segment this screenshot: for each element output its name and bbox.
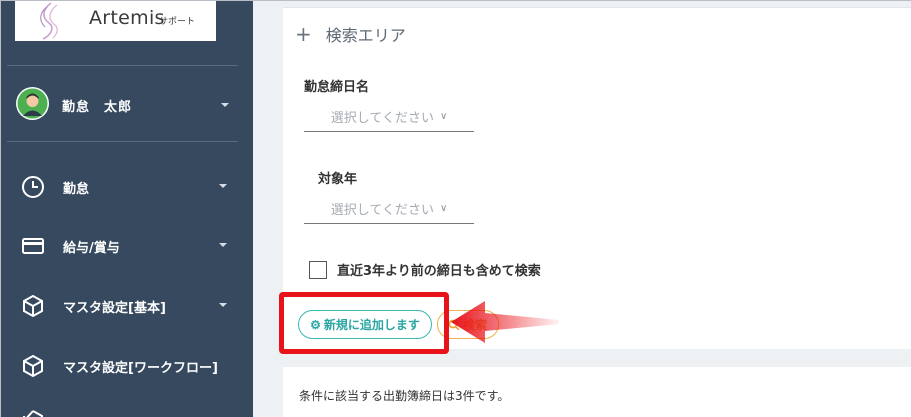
chevron-down-icon: ∨	[439, 111, 448, 122]
gear-icon: ⚙	[310, 317, 321, 332]
closing-name-label: 勤怠締日名	[304, 80, 370, 95]
user-name: 勤怠 太郎	[62, 100, 133, 115]
target-year-placeholder: 選択してください	[330, 203, 434, 218]
sidebar-item-master-workflow[interactable]: マスタ設定[ワークフロー]	[1, 337, 253, 395]
include-older-row[interactable]: 直近3年より前の締日も含めて検索	[309, 260, 541, 279]
target-year-select[interactable]: 選択してください ∨	[304, 194, 474, 224]
chevron-down-icon	[219, 243, 227, 247]
sidebar-item-label: マスタ設定[基本]	[63, 301, 166, 316]
search-icon	[448, 319, 460, 330]
plus-icon: +	[295, 22, 312, 46]
sidebar-item-label: マスタ設定[ワークフロー]	[63, 361, 218, 376]
sidebar-item-label: 給与/賞与	[63, 241, 120, 256]
avatar	[16, 87, 49, 120]
cube-icon	[23, 294, 43, 318]
main-content: + 検索エリア 勤怠締日名 選択してください ∨ 対象年 選択してください ∨ …	[253, 1, 911, 417]
include-older-label: 直近3年より前の締日も含めて検索	[337, 264, 541, 279]
chevron-down-icon	[221, 103, 229, 107]
user-menu[interactable]: 勤怠 太郎	[1, 67, 253, 141]
search-area-toggle[interactable]: + 検索エリア	[295, 22, 406, 46]
sidebar-item-label: 勤怠	[63, 182, 90, 197]
result-count-text: 条件に該当する出勤簿締日は3件です。	[299, 389, 510, 403]
chevron-down-icon	[219, 184, 227, 188]
sidebar-item-attendance[interactable]: 勤怠	[1, 158, 253, 216]
search-panel: + 検索エリア 勤怠締日名 選択してください ∨ 対象年 選択してください ∨ …	[283, 7, 911, 349]
search-label: 検索	[463, 318, 488, 332]
sidebar-item-payroll[interactable]: 給与/賞与	[1, 217, 253, 275]
clock-icon	[22, 176, 44, 198]
brand-name: Artemis	[89, 7, 165, 29]
target-year-label: 対象年	[318, 172, 358, 187]
divider	[7, 65, 238, 66]
brand-logo[interactable]: Artemis サポート	[15, 1, 216, 41]
sidebar: Artemis サポート 勤怠 太郎 勤怠 給与/賞与 マスタ設定[基本] マス…	[1, 1, 253, 417]
closing-name-select[interactable]: 選択してください ∨	[304, 102, 474, 132]
card-icon	[22, 238, 44, 254]
include-older-checkbox[interactable]	[309, 260, 327, 279]
closing-name-placeholder: 選択してください	[330, 111, 434, 126]
add-new-label: 新規に追加します	[323, 318, 420, 332]
user-avatar-icon	[17, 88, 48, 119]
chevron-down-icon	[219, 303, 227, 307]
artemis-logo-icon	[40, 2, 58, 40]
brand-sub: サポート	[159, 17, 196, 27]
result-panel: 条件に該当する出勤簿締日は3件です。	[283, 367, 911, 417]
search-button[interactable]: 検索	[437, 310, 499, 339]
cube-icon	[23, 354, 43, 378]
add-new-button[interactable]: ⚙ 新規に追加します	[298, 310, 432, 339]
sidebar-item-master-basic[interactable]: マスタ設定[基本]	[1, 277, 253, 335]
cube-icon	[23, 410, 43, 417]
divider	[7, 141, 238, 142]
search-area-title: 検索エリア	[325, 26, 406, 45]
chevron-down-icon: ∨	[439, 203, 448, 214]
